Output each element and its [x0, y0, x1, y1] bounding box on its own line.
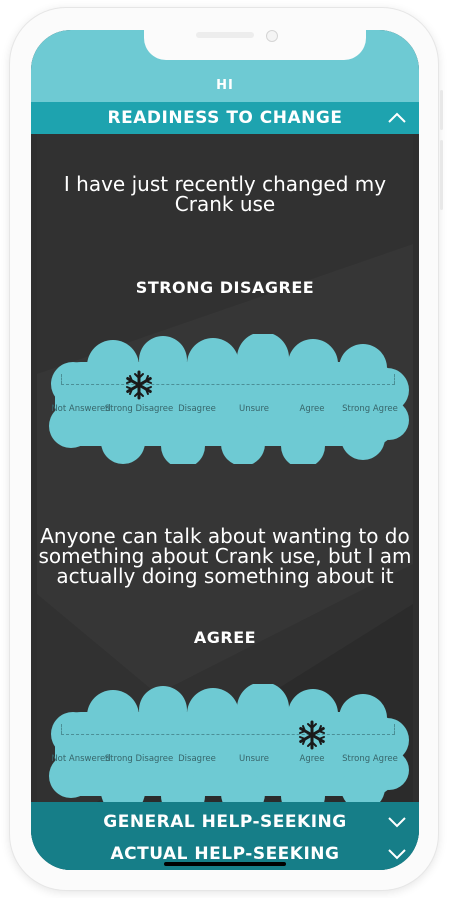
section-header-readiness[interactable]: READINESS TO CHANGE	[31, 102, 419, 134]
section-header-label: READINESS TO CHANGE	[107, 108, 343, 128]
track-end-tick	[61, 374, 63, 384]
section-header-label: GENERAL HELP-SEEKING	[103, 812, 347, 832]
phone-speaker	[196, 32, 254, 38]
app-title: HI	[216, 78, 234, 93]
likert-slider[interactable]: Not Answered Strong Disagree Disagree Un…	[43, 334, 409, 464]
phone-camera	[266, 30, 278, 42]
cloud-shape	[49, 684, 409, 802]
track-end-tick	[61, 724, 63, 734]
slider-track	[61, 734, 395, 735]
question-panel: I have just recently changed my Crank us…	[37, 134, 413, 802]
scale-option-strong-agree: Strong Agree	[342, 404, 398, 414]
answer-label: AGREE	[193, 628, 257, 647]
collapsed-sections: GENERAL HELP-SEEKING ACTUAL HELP-SEEKING	[31, 802, 419, 870]
cloud-shape	[49, 334, 409, 464]
likert-slider[interactable]: Not Answered Strong Disagree Disagree Un…	[43, 684, 409, 802]
chevron-down-icon[interactable]	[387, 846, 407, 862]
question-text: Anyone can talk about wanting to do some…	[38, 524, 412, 588]
app-screen: HI READINESS TO CHANGE I have just recen…	[31, 30, 419, 870]
phone-notch	[144, 30, 366, 60]
phone-side-button	[440, 140, 443, 210]
slider-track	[61, 384, 395, 385]
section-header-general-help-seeking[interactable]: GENERAL HELP-SEEKING	[31, 806, 419, 838]
chevron-down-icon[interactable]	[387, 814, 407, 830]
snowflake-slider-handle-icon[interactable]	[297, 720, 327, 750]
section-header-label: ACTUAL HELP-SEEKING	[110, 844, 340, 864]
track-end-tick	[394, 724, 396, 734]
chevron-up-icon[interactable]	[387, 110, 407, 126]
track-end-tick	[394, 374, 396, 384]
snowflake-slider-handle-icon[interactable]	[124, 370, 154, 400]
question-text: I have just recently changed my Crank us…	[63, 172, 387, 216]
answer-label: STRONG DISAGREE	[135, 278, 315, 297]
scale-option-strong-agree: Strong Agree	[342, 754, 398, 764]
home-indicator[interactable]	[164, 862, 286, 866]
phone-side-button	[440, 90, 443, 130]
